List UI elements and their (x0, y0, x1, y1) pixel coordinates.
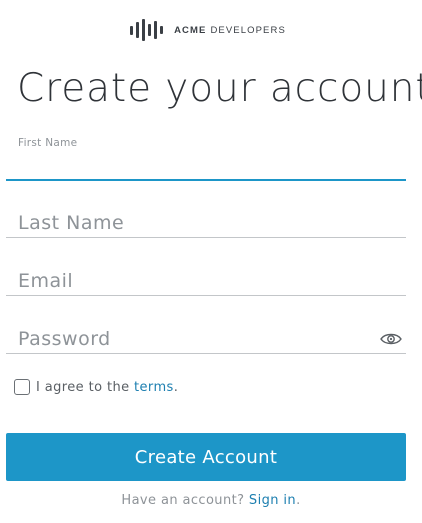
email-input[interactable] (6, 267, 406, 295)
email-underline (6, 295, 406, 296)
first-name-label: First Name (18, 137, 78, 149)
sign-in-link[interactable]: Sign in (249, 493, 296, 508)
sign-in-prompt: Have an account? Sign in. (0, 493, 422, 508)
eye-icon[interactable] (380, 331, 402, 347)
sign-in-suffix: . (296, 493, 301, 508)
page-title: Create your account (17, 66, 422, 111)
password-underline (6, 353, 406, 354)
brand-name: ACME DEVELOPERS (174, 25, 286, 36)
sound-wave-bars-icon (130, 19, 164, 41)
terms-suffix: . (173, 379, 179, 395)
email-field-group (6, 267, 406, 299)
create-account-button[interactable]: Create Account (6, 433, 406, 481)
terms-agreement: I agree to the terms. (14, 379, 178, 395)
sign-in-prompt-text: Have an account? (121, 493, 249, 508)
first-name-input[interactable] (6, 153, 406, 177)
last-name-underline (6, 237, 406, 238)
terms-checkbox[interactable] (14, 379, 30, 395)
brand-name-rest: DEVELOPERS (210, 24, 286, 36)
first-name-field-group: First Name (6, 137, 406, 182)
terms-text: I agree to the terms. (36, 380, 178, 395)
password-field-group (6, 325, 406, 357)
first-name-underline (6, 179, 406, 181)
last-name-input[interactable] (6, 209, 406, 237)
brand-logo: ACME DEVELOPERS (0, 18, 422, 42)
brand-name-bold: ACME (174, 24, 207, 36)
terms-link[interactable]: terms (134, 380, 174, 395)
last-name-field-group (6, 209, 406, 241)
password-input[interactable] (6, 325, 406, 353)
terms-prefix: I agree to the (36, 379, 135, 395)
